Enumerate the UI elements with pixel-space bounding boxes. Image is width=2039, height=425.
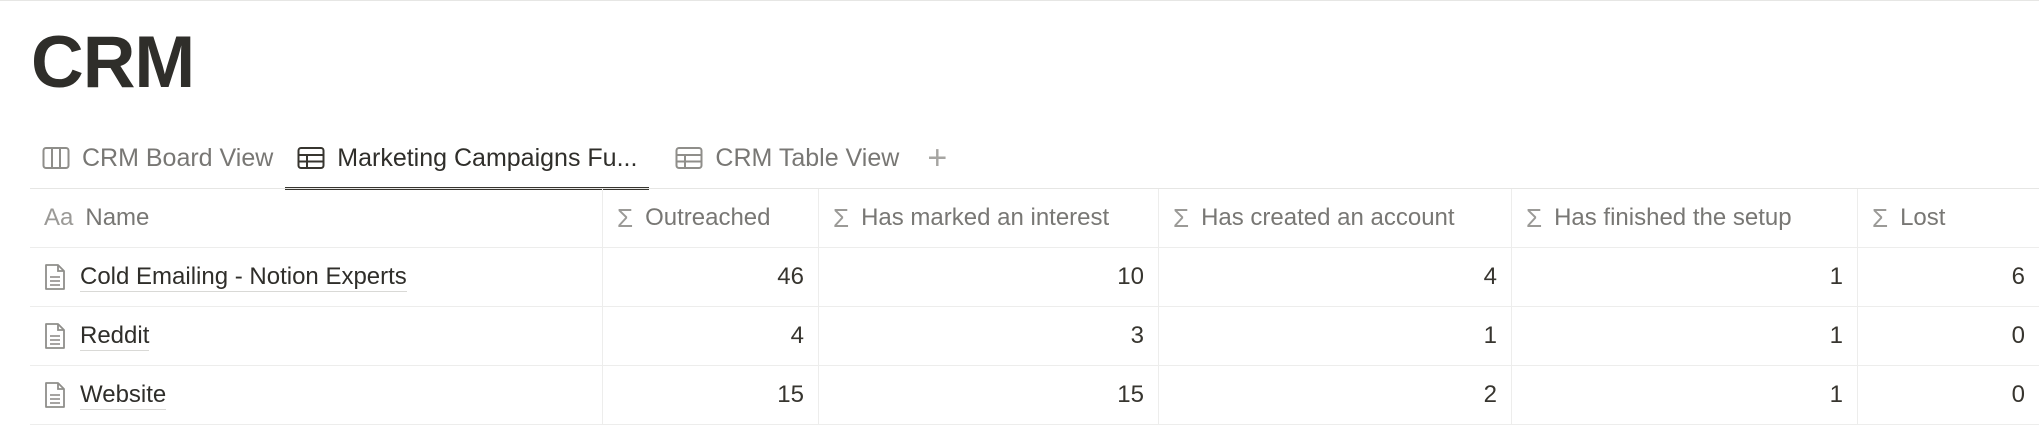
row-title-link[interactable]: Reddit — [80, 322, 150, 351]
lost-cell[interactable]: 0 — [1858, 366, 2039, 424]
column-header-lost[interactable]: Σ Lost — [1858, 189, 2039, 247]
outreached-cell[interactable]: 15 — [603, 366, 819, 424]
tab-crm-table-view[interactable]: CRM Table View — [663, 128, 911, 188]
row-title-link[interactable]: Website — [80, 381, 167, 410]
column-header-name[interactable]: Aa Name — [30, 189, 603, 247]
page-icon — [44, 263, 66, 291]
setup-cell[interactable]: 1 — [1512, 248, 1858, 306]
column-label: Name — [85, 204, 150, 231]
outreached-cell[interactable]: 4 — [603, 307, 819, 365]
setup-cell[interactable]: 1 — [1512, 366, 1858, 424]
row-title-link[interactable]: Cold Emailing - Notion Experts — [80, 263, 407, 292]
account-cell[interactable]: 4 — [1159, 248, 1512, 306]
account-cell[interactable]: 1 — [1159, 307, 1512, 365]
column-header-account[interactable]: Σ Has created an account — [1159, 189, 1512, 247]
lost-cell[interactable]: 6 — [1858, 248, 2039, 306]
top-divider — [0, 0, 2039, 1]
column-label: Has created an account — [1201, 204, 1455, 231]
text-property-icon: Aa — [44, 204, 74, 231]
tab-crm-board-view[interactable]: CRM Board View — [30, 128, 285, 188]
sigma-icon: Σ — [833, 202, 850, 233]
name-cell[interactable]: Reddit — [30, 307, 603, 365]
table-icon — [297, 146, 325, 170]
sigma-icon: Σ — [1173, 202, 1190, 233]
column-label: Lost — [1900, 204, 1946, 231]
view-tabs: CRM Board View Marketing Campaigns Fu...… — [30, 128, 2010, 190]
table-icon — [675, 146, 703, 170]
lost-cell[interactable]: 0 — [1858, 307, 2039, 365]
add-view-button[interactable]: + — [917, 138, 957, 178]
interest-cell[interactable]: 10 — [819, 248, 1159, 306]
outreached-cell[interactable]: 46 — [603, 248, 819, 306]
page-icon — [44, 322, 66, 350]
interest-cell[interactable]: 3 — [819, 307, 1159, 365]
tab-label: CRM Table View — [715, 143, 900, 172]
page-icon — [44, 381, 66, 409]
table-row[interactable]: Website 15 15 2 1 0 — [30, 366, 2039, 425]
board-icon — [42, 146, 70, 170]
sigma-icon: Σ — [617, 202, 634, 233]
tab-marketing-campaigns[interactable]: Marketing Campaigns Fu... — [285, 128, 650, 190]
tab-label: CRM Board View — [82, 143, 274, 172]
database-table: Aa Name Σ Outreached Σ Has marked an int… — [30, 188, 2039, 425]
table-row[interactable]: Reddit 4 3 1 1 0 — [30, 307, 2039, 366]
tab-label: Marketing Campaigns Fu... — [337, 143, 638, 172]
column-header-setup[interactable]: Σ Has finished the setup — [1512, 189, 1858, 247]
table-header-row: Aa Name Σ Outreached Σ Has marked an int… — [30, 189, 2039, 248]
column-label: Has marked an interest — [861, 204, 1110, 231]
interest-cell[interactable]: 15 — [819, 366, 1159, 424]
sigma-icon: Σ — [1526, 202, 1543, 233]
page-title: CRM — [31, 22, 195, 103]
name-cell[interactable]: Website — [30, 366, 603, 424]
sigma-icon: Σ — [1872, 202, 1889, 233]
account-cell[interactable]: 2 — [1159, 366, 1512, 424]
plus-icon: + — [927, 138, 948, 177]
column-header-outreached[interactable]: Σ Outreached — [603, 189, 819, 247]
table-row[interactable]: Cold Emailing - Notion Experts 46 10 4 1… — [30, 248, 2039, 307]
name-cell[interactable]: Cold Emailing - Notion Experts — [30, 248, 603, 306]
setup-cell[interactable]: 1 — [1512, 307, 1858, 365]
column-label: Has finished the setup — [1554, 204, 1792, 231]
column-label: Outreached — [645, 204, 771, 231]
column-header-interest[interactable]: Σ Has marked an interest — [819, 189, 1159, 247]
